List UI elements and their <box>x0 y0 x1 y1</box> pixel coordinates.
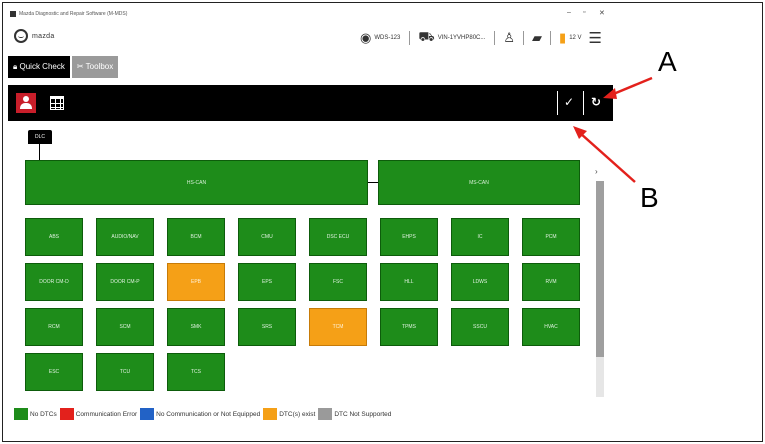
callout-label-a: A <box>658 46 677 77</box>
callout-a-arrow <box>610 76 653 97</box>
callout-arrows <box>573 76 653 183</box>
callout-a-arrowhead <box>603 88 617 99</box>
callout-label-b: B <box>640 182 659 213</box>
callout-b-arrow <box>579 132 636 183</box>
